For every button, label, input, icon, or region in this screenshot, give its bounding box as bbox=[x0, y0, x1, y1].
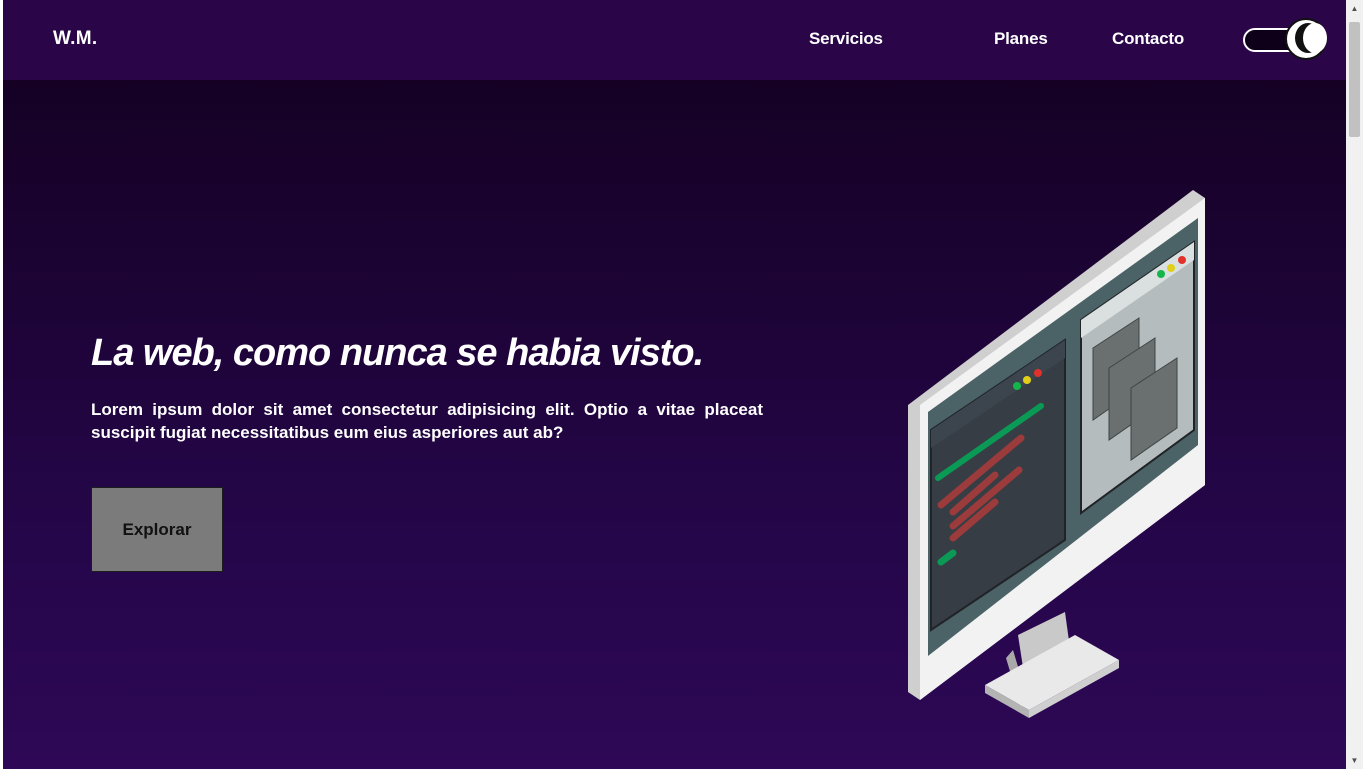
navbar: W.M. Servicios Planes Contacto bbox=[3, 0, 1346, 80]
nav-link-servicios[interactable]: Servicios bbox=[809, 29, 883, 49]
brand-logo[interactable]: W.M. bbox=[53, 28, 97, 50]
moon-icon-cutout bbox=[1303, 23, 1327, 53]
scroll-down-arrow-icon[interactable]: ▼ bbox=[1346, 752, 1363, 769]
vertical-scrollbar[interactable]: ▲ ▼ bbox=[1346, 0, 1363, 769]
explore-button[interactable]: Explorar bbox=[91, 487, 223, 572]
monitor-illustration bbox=[908, 190, 1205, 718]
nav-link-contacto[interactable]: Contacto bbox=[1112, 29, 1184, 49]
window-dot-yellow bbox=[1023, 376, 1031, 384]
window-dot-green bbox=[1157, 270, 1165, 278]
scroll-thumb[interactable] bbox=[1349, 22, 1360, 137]
window-dot-red bbox=[1178, 256, 1186, 264]
window-dot-green bbox=[1013, 382, 1021, 390]
nav-link-planes[interactable]: Planes bbox=[994, 29, 1048, 49]
window-dot-red bbox=[1034, 369, 1042, 377]
window-dot-yellow bbox=[1167, 264, 1175, 272]
hero-description: Lorem ipsum dolor sit amet consectetur a… bbox=[91, 400, 763, 442]
hero-title: La web, como nunca se habia visto. bbox=[91, 332, 704, 374]
theme-toggle[interactable] bbox=[1243, 18, 1327, 60]
page: W.M. Servicios Planes Contacto La web, c… bbox=[3, 0, 1346, 769]
scroll-up-arrow-icon[interactable]: ▲ bbox=[1346, 0, 1363, 17]
